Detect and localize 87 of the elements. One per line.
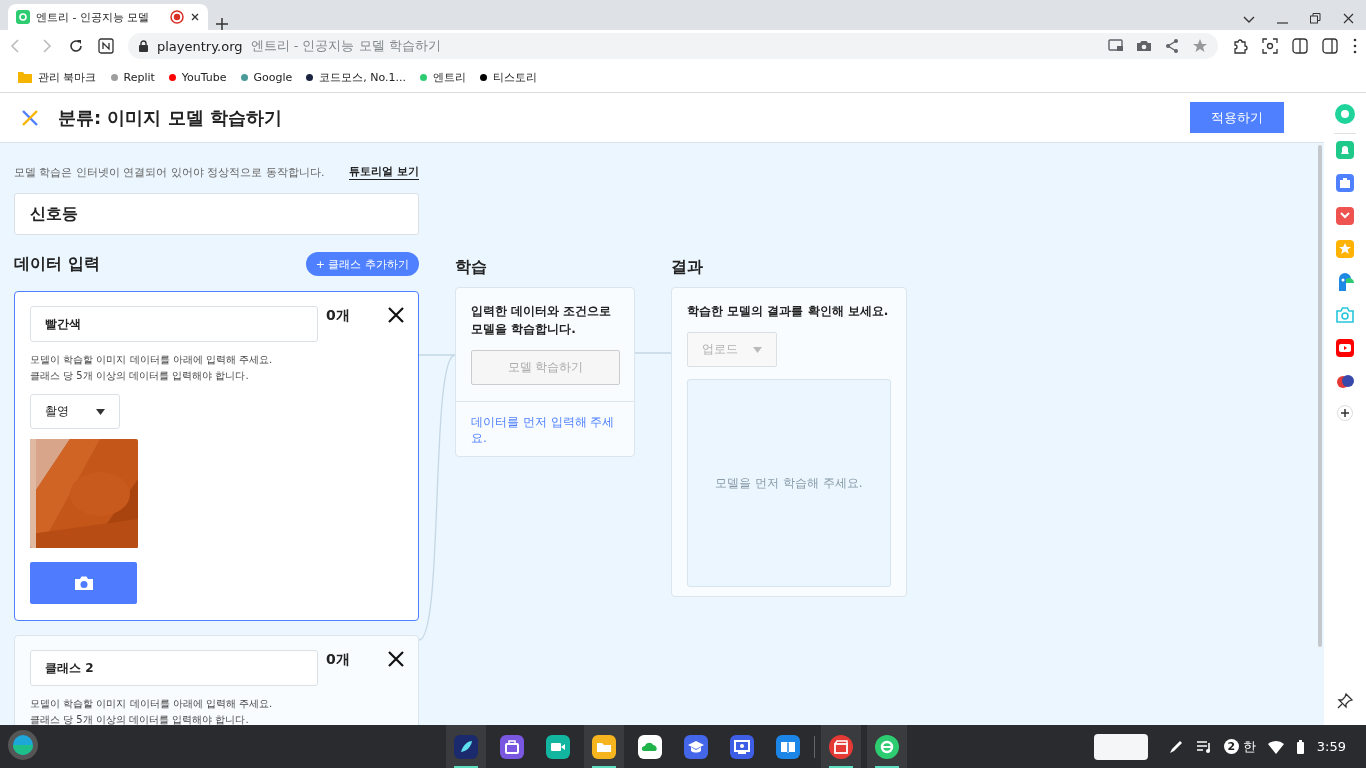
result-preview-field: 모델을 먼저 학습해 주세요. (687, 379, 891, 587)
class-instructions: 모델이 학습할 이미지 데이터를 아래에 입력해 주세요. (30, 353, 274, 367)
bookmark-link[interactable]: 엔트리 (433, 69, 467, 85)
class-name-field[interactable]: 클래스 2 (30, 650, 318, 686)
add-class-button[interactable]: + 클래스 추가하기 (305, 252, 419, 276)
folder-app-icon[interactable] (592, 734, 616, 759)
playlist-icon[interactable] (1195, 738, 1212, 755)
section-heading: 결과 (671, 257, 704, 278)
folder-icon (18, 71, 32, 83)
tab-title: 엔트리 - 인공지능 모델 (36, 9, 151, 25)
reload-icon[interactable] (68, 38, 84, 54)
address-bar[interactable]: playentry.org 엔트리 - 인공지능 모델 학습하기 (128, 33, 1218, 59)
taskbar-app-button[interactable] (821, 725, 861, 768)
class-instructions: 클래스 당 5개 이상의 데이터를 입력해야 합니다. (30, 369, 250, 383)
close-icon[interactable] (387, 306, 405, 324)
bookmark-link[interactable]: 티스토리 (493, 69, 538, 85)
section-heading: 학습 (455, 257, 488, 278)
page-title-text: 엔트리 - 인공지능 모델 학습하기 (250, 37, 441, 55)
window-thumbnail[interactable] (1093, 733, 1148, 760)
star-icon[interactable] (1192, 38, 1208, 54)
training-description: 입력한 데이터와 조건으로 모델을 학습합니다. (470, 303, 613, 338)
data-count: 0개 (326, 307, 350, 325)
graduation-cap-app-icon[interactable] (684, 734, 708, 759)
taskbar-app-button[interactable] (446, 725, 486, 768)
class-name-field[interactable]: 빨간색 (30, 306, 318, 342)
play-icon[interactable] (1336, 339, 1354, 357)
class-card[interactable]: 클래스 2 0개 모델이 학습할 이미지 데이터를 아래에 입력해 주세요. 클래스 당 5개 이상의 데이터를 입력해야 합니다. (14, 635, 419, 725)
close-icon[interactable] (190, 12, 200, 22)
video-camera-app-icon[interactable] (546, 734, 570, 759)
class-instructions: 모델이 학습할 이미지 데이터를 아래에 입력해 주세요. (30, 697, 274, 711)
puzzle-icon[interactable] (1232, 38, 1248, 54)
notification-count[interactable]: 2 (1223, 739, 1239, 754)
bookmark-link[interactable]: 관리 북마크 (38, 69, 97, 85)
screenshot-icon[interactable] (1262, 38, 1278, 54)
url-text: playentry.org (157, 38, 243, 54)
share-icon[interactable] (1164, 38, 1180, 54)
model-name-field[interactable]: 신호등 (14, 193, 419, 235)
caret-icon (753, 346, 762, 353)
result-description: 학습한 모델의 결과를 확인해 보세요. (687, 303, 890, 320)
section-heading: 데이터 입력 (14, 253, 100, 275)
bookmark-link[interactable]: Replit (123, 70, 155, 84)
class-instructions: 클래스 당 5개 이상의 데이터를 입력해야 합니다. (30, 713, 250, 725)
close-icon[interactable] (387, 650, 405, 668)
square-n-icon[interactable] (98, 38, 114, 54)
tutorial-link[interactable]: 튜토리얼 보기 (349, 164, 419, 180)
source-dropdown[interactable]: 촬영 (30, 394, 120, 429)
bookmark-link[interactable]: YouTube (181, 70, 227, 84)
lock-icon (138, 40, 149, 52)
more-icon[interactable] (1352, 38, 1358, 54)
book-app-icon[interactable] (776, 734, 800, 759)
camera-icon (73, 575, 94, 591)
briefcase-app-icon[interactable] (500, 734, 524, 759)
pen-icon[interactable] (1167, 738, 1184, 755)
camera-button[interactable] (30, 562, 137, 604)
warning-text: 데이터를 먼저 입력해 주세요. (456, 401, 634, 456)
bookmark-link[interactable]: 코드모스, No.1... (319, 69, 407, 85)
clock[interactable]: 3:59 (1316, 739, 1346, 754)
scrollbar[interactable] (1318, 145, 1322, 647)
wifi-icon[interactable] (1267, 739, 1284, 754)
close-icon[interactable] (1343, 13, 1354, 24)
notice-text: 모델 학습은 인터넷이 연결되어 있어야 정상적으로 동작합니다. (14, 164, 325, 180)
pin-icon[interactable] (1337, 693, 1353, 709)
page-title: 분류: 이미지 모델 학습하기 (58, 105, 282, 130)
new-tab-icon[interactable] (216, 18, 228, 30)
picture-in-picture-icon[interactable] (1108, 38, 1124, 54)
taskbar-app-button[interactable] (584, 725, 624, 768)
presentation-app-icon[interactable] (730, 734, 754, 759)
battery-icon[interactable] (1295, 739, 1305, 754)
camera-icon[interactable] (1136, 38, 1152, 54)
side-panel-icon[interactable] (1322, 38, 1338, 54)
briefcase-icon[interactable] (1336, 174, 1354, 192)
entry-logo-icon (16, 10, 30, 24)
class-card[interactable]: 빨간색 0개 모델이 학습할 이미지 데이터를 아래에 입력해 주세요. 클래스 당 5개 이상의 데이터를 입력해야 합니다. 촬영 (14, 291, 419, 621)
apply-button[interactable]: 적용하기 (1190, 102, 1284, 133)
split-view-icon[interactable] (1292, 38, 1308, 54)
cloud-app-icon[interactable] (638, 734, 662, 759)
browser-tab[interactable]: 엔트리 - 인공지능 모델 (8, 4, 208, 30)
add-icon[interactable] (1337, 405, 1353, 421)
overlapping-circles-icon[interactable] (1336, 372, 1354, 390)
data-count: 0개 (326, 651, 350, 669)
restore-icon[interactable] (1310, 13, 1321, 24)
input-method[interactable]: 한 (1242, 737, 1256, 756)
caret-icon (96, 408, 105, 415)
bookmark-link[interactable]: Google (253, 70, 293, 84)
feather-app-icon[interactable] (454, 734, 478, 759)
taskbar-app-button[interactable] (867, 725, 907, 768)
launcher-icon[interactable] (8, 729, 38, 760)
